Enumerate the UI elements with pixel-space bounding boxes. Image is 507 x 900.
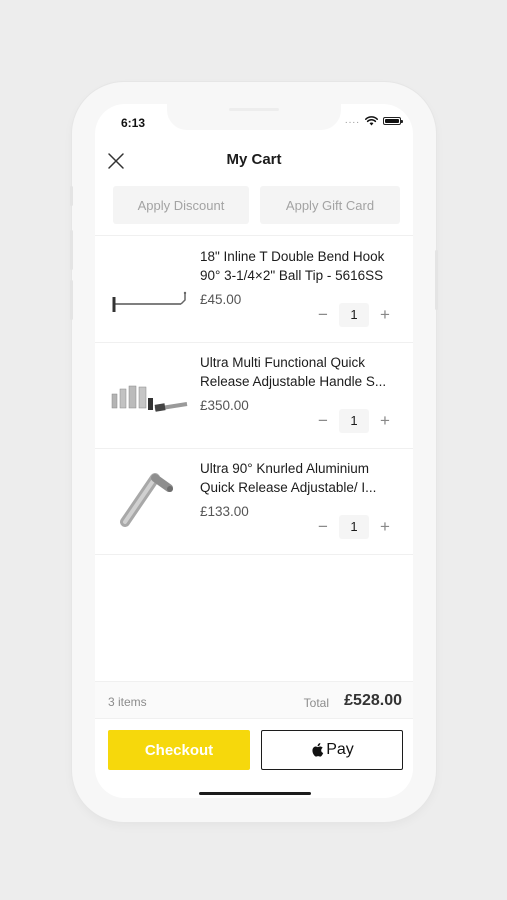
quantity-value[interactable]: 1: [339, 303, 369, 327]
increase-quantity-button[interactable]: +: [375, 303, 395, 327]
apple-pay-label: Pay: [326, 741, 354, 758]
signal-icon: ....: [344, 115, 360, 126]
apple-logo-icon: [312, 743, 324, 757]
cart-item: Ultra 90° Knurled Aluminium Quick Releas…: [95, 448, 413, 554]
apply-discount-button[interactable]: Apply Discount: [113, 186, 249, 224]
decrease-quantity-button[interactable]: −: [313, 515, 333, 539]
checkout-button[interactable]: Checkout: [108, 730, 250, 770]
cart-summary: 3 items Total £528.00: [95, 681, 413, 719]
cart-footer: 3 items Total £528.00 Checkout Pay: [95, 681, 413, 798]
status-icons: ....: [344, 115, 403, 126]
speaker: [229, 108, 279, 111]
app-screen: 6:13 .... My Cart Apply Discount Apply G…: [95, 104, 413, 798]
quantity-stepper: − 1 +: [313, 303, 395, 327]
t-hook-tool-image: [112, 291, 187, 312]
item-name: Ultra Multi Functional Quick Release Adj…: [200, 355, 387, 389]
increase-quantity-button[interactable]: +: [375, 409, 395, 433]
cart-item: Ultra Multi Functional Quick Release Adj…: [95, 342, 413, 448]
item-price: £45.00: [200, 292, 242, 307]
item-price: £350.00: [200, 398, 249, 413]
total-value: £528.00: [344, 692, 402, 709]
handle-set-image: [111, 385, 188, 412]
item-name: 18" Inline T Double Bend Hook 90° 3-1/4×…: [200, 249, 385, 283]
status-time: 6:13: [121, 116, 146, 130]
knurled-handle-image: [120, 473, 173, 527]
page-title: My Cart: [226, 151, 282, 168]
divider: [95, 554, 413, 555]
apply-gift-card-button[interactable]: Apply Gift Card: [260, 186, 400, 224]
power-button: [435, 250, 438, 310]
items-count: 3 items: [108, 695, 147, 709]
battery-icon: [383, 117, 403, 125]
decrease-quantity-button[interactable]: −: [313, 303, 333, 327]
increase-quantity-button[interactable]: +: [375, 515, 395, 539]
apple-pay-button[interactable]: Pay: [261, 730, 403, 770]
item-price: £133.00: [200, 504, 249, 519]
quantity-stepper: − 1 +: [313, 515, 395, 539]
quantity-value[interactable]: 1: [339, 515, 369, 539]
decrease-quantity-button[interactable]: −: [313, 409, 333, 433]
item-name: Ultra 90° Knurled Aluminium Quick Releas…: [200, 461, 377, 495]
quantity-value[interactable]: 1: [339, 409, 369, 433]
mute-switch: [70, 186, 73, 206]
quantity-stepper: − 1 +: [313, 409, 395, 433]
volume-down-button: [70, 280, 73, 320]
volume-up-button: [70, 230, 73, 270]
wifi-icon: [365, 116, 378, 126]
cart-item: 18" Inline T Double Bend Hook 90° 3-1/4×…: [95, 236, 413, 342]
home-indicator: [199, 792, 311, 795]
total-label: Total: [303, 696, 329, 710]
